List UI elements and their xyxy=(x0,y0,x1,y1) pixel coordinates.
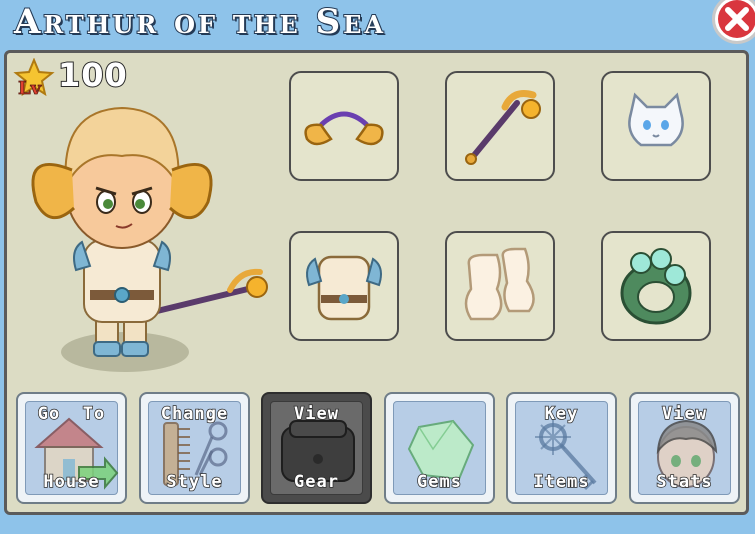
view-stats-label-bottom: Stats xyxy=(656,471,713,493)
horns-headband-icon xyxy=(304,111,384,146)
title-bar: Arthur of the Sea xyxy=(0,0,755,50)
go-to-house-button[interactable]: Go To House xyxy=(16,392,127,504)
key-items-label-top: Key xyxy=(544,403,579,425)
white-cat-icon xyxy=(628,92,684,147)
go-to-house-label-top: Go To xyxy=(37,403,106,425)
equip-slot-armor[interactable] xyxy=(289,231,399,341)
boots-icon xyxy=(464,247,535,321)
view-gear-label-bottom: Gear xyxy=(293,471,339,493)
character-portrait xyxy=(20,90,280,390)
character-name-title: Arthur of the Sea xyxy=(13,1,387,43)
gems-label-bottom: Gems xyxy=(416,471,462,493)
go-to-house-label-bottom: House xyxy=(43,471,100,493)
gems-button[interactable]: Gems xyxy=(384,392,495,504)
view-stats-label-top: View xyxy=(661,403,707,425)
close-button[interactable] xyxy=(712,0,755,44)
level-value: 100 xyxy=(57,55,128,95)
armor-icon xyxy=(306,255,382,321)
view-gear-label-top: View xyxy=(293,403,339,425)
view-stats-button[interactable]: View Stats xyxy=(629,392,740,504)
jade-ring-icon xyxy=(620,248,692,325)
view-gear-button[interactable]: View Gear xyxy=(261,392,372,504)
close-icon xyxy=(718,0,755,38)
change-style-label-bottom: Style xyxy=(166,471,223,493)
equip-slot-boots[interactable] xyxy=(445,231,555,341)
key-items-button[interactable]: Key Items xyxy=(506,392,617,504)
change-style-button[interactable]: Change Style xyxy=(139,392,250,504)
change-style-label-top: Change xyxy=(160,403,229,425)
equip-slot-weapon[interactable] xyxy=(445,71,555,181)
equip-slot-pet[interactable] xyxy=(601,71,711,181)
key-items-label-bottom: Items xyxy=(533,471,590,493)
equip-slot-ring[interactable] xyxy=(601,231,711,341)
equip-slot-head[interactable] xyxy=(289,71,399,181)
staff-icon xyxy=(465,90,541,165)
